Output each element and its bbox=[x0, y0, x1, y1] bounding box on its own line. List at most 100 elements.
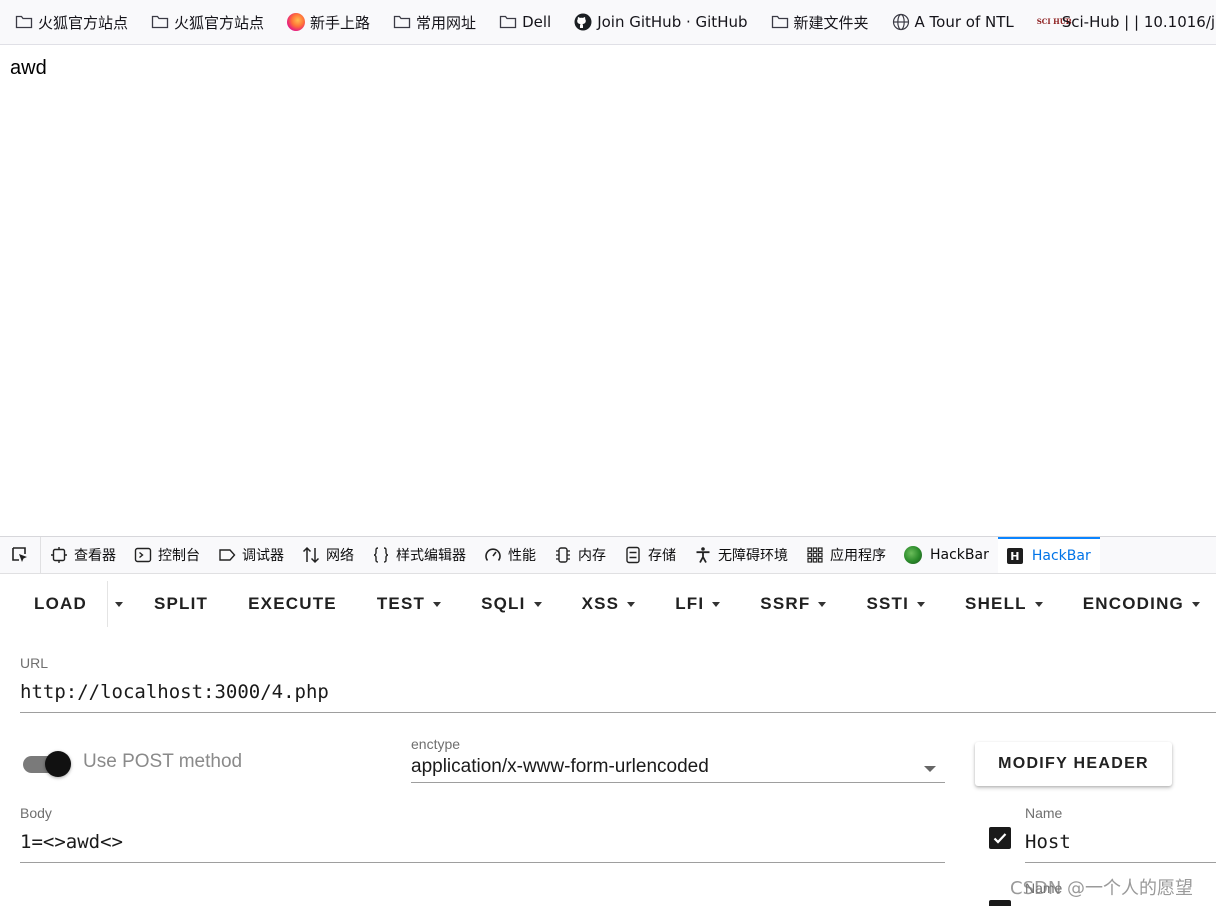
bookmark-label: 常用网址 bbox=[416, 13, 477, 32]
execute-label: EXECUTE bbox=[248, 594, 337, 613]
page-text: awd bbox=[10, 57, 47, 79]
folder-icon bbox=[771, 15, 788, 29]
tab-debugger[interactable]: 调试器 bbox=[209, 537, 293, 573]
tab-label: 查看器 bbox=[74, 548, 116, 564]
enctype-select[interactable]: application/x-www-form-urlencoded bbox=[411, 756, 931, 778]
header-checkbox[interactable] bbox=[989, 827, 1011, 849]
caret-down-icon bbox=[917, 601, 926, 607]
bookmark-folder[interactable]: 常用网址 bbox=[378, 7, 484, 37]
body-input[interactable]: 1=<>awd<> bbox=[20, 831, 940, 853]
bookmark-label: Dell bbox=[522, 13, 552, 31]
globe-icon bbox=[892, 13, 909, 31]
caret-down-icon bbox=[533, 601, 542, 607]
tab-console[interactable]: 控制台 bbox=[125, 537, 209, 573]
caret-down-icon bbox=[712, 601, 721, 607]
modify-header-button[interactable]: MODIFY HEADER bbox=[975, 742, 1172, 786]
github-icon bbox=[574, 13, 592, 31]
menu-label: SHELL bbox=[965, 594, 1027, 613]
post-method-label: Use POST method bbox=[83, 751, 243, 772]
ssti-menu-button[interactable]: SSTI bbox=[846, 586, 945, 622]
bookmark-label: 新建文件夹 bbox=[793, 13, 869, 32]
menu-label: SQLI bbox=[481, 594, 526, 613]
tab-style-editor[interactable]: 样式编辑器 bbox=[363, 537, 475, 573]
tab-label: 性能 bbox=[508, 548, 536, 564]
menu-label: TEST bbox=[376, 594, 426, 613]
tab-accessibility[interactable]: 无障碍环境 bbox=[685, 537, 797, 573]
split-button[interactable]: SPLIT bbox=[134, 586, 228, 622]
shell-menu-button[interactable]: SHELL bbox=[945, 586, 1063, 622]
folder-icon bbox=[151, 15, 169, 29]
caret-down-icon bbox=[627, 601, 636, 607]
watermark: CSDN @一个人的愿望 bbox=[1010, 878, 1194, 899]
load-dropdown-button[interactable] bbox=[106, 581, 130, 627]
header-checkbox[interactable] bbox=[989, 900, 1011, 906]
element-picker-button[interactable] bbox=[0, 537, 41, 573]
tab-application[interactable]: 应用程序 bbox=[797, 537, 895, 573]
enctype-underline bbox=[411, 782, 945, 783]
header-name-underline bbox=[1025, 862, 1216, 863]
application-icon bbox=[807, 547, 823, 563]
bookmark-label: Sci-Hub | | 10.1016/j... bbox=[1061, 13, 1216, 31]
performance-icon bbox=[485, 548, 501, 561]
execute-button[interactable]: EXECUTE bbox=[228, 586, 357, 622]
hackbar-globe-icon bbox=[904, 546, 922, 564]
lfi-menu-button[interactable]: LFI bbox=[655, 586, 740, 622]
bookmark-label: Join GitHub · GitHub bbox=[597, 13, 748, 31]
bookmark-link[interactable]: SCI HUB Sci-Hub | | 10.1016/j... bbox=[1022, 7, 1216, 37]
tab-hackbar[interactable]: HackBar bbox=[895, 537, 998, 573]
enctype-label: enctype bbox=[411, 736, 461, 752]
tab-storage[interactable]: 存储 bbox=[615, 537, 685, 573]
header-name-input[interactable]: Host bbox=[1025, 831, 1210, 853]
sqli-menu-button[interactable]: SQLI bbox=[461, 586, 561, 622]
caret-down-icon bbox=[1191, 601, 1200, 607]
load-label: LOAD bbox=[34, 594, 87, 613]
tab-label: 内存 bbox=[578, 548, 606, 564]
test-menu-button[interactable]: TEST bbox=[357, 586, 461, 622]
caret-down-icon bbox=[114, 601, 123, 607]
tab-label: HackBar bbox=[930, 547, 989, 563]
bookmark-link[interactable]: A Tour of NTL bbox=[877, 7, 1022, 37]
tab-label: 无障碍环境 bbox=[718, 548, 788, 564]
debugger-icon bbox=[219, 549, 236, 561]
memory-icon bbox=[556, 547, 570, 563]
tab-label: 调试器 bbox=[242, 548, 284, 564]
url-underline bbox=[20, 712, 1216, 713]
caret-down-icon bbox=[1034, 601, 1043, 607]
encoding-menu-button[interactable]: ENCODING bbox=[1063, 586, 1216, 622]
tab-label: HackBar bbox=[1031, 548, 1091, 564]
bookmark-link[interactable]: 新手上路 bbox=[272, 7, 378, 37]
bookmarks-bar: 火狐官方站点 火狐官方站点 新手上路 常用网址 Dell Join GitHub… bbox=[0, 0, 1216, 45]
xss-menu-button[interactable]: XSS bbox=[562, 586, 656, 622]
bookmark-folder[interactable]: 新建文件夹 bbox=[756, 7, 877, 37]
header-name-label: Name bbox=[1025, 805, 1063, 821]
element-picker-icon bbox=[12, 547, 27, 562]
tab-label: 应用程序 bbox=[830, 548, 886, 564]
tab-inspector[interactable]: 查看器 bbox=[41, 537, 125, 573]
bookmark-folder[interactable]: 火狐官方站点 bbox=[136, 7, 272, 37]
tab-performance[interactable]: 性能 bbox=[475, 537, 545, 573]
tab-network[interactable]: 网络 bbox=[293, 537, 363, 573]
tab-label: 网络 bbox=[326, 548, 354, 564]
bookmark-link[interactable]: Join GitHub · GitHub bbox=[559, 7, 755, 37]
storage-icon bbox=[626, 546, 640, 564]
body-label: Body bbox=[20, 805, 52, 821]
url-input[interactable]: http://localhost:3000/4.php bbox=[20, 681, 1210, 703]
body-underline bbox=[20, 862, 945, 863]
menu-label: SSRF bbox=[760, 594, 811, 613]
bookmark-folder[interactable]: 火狐官方站点 bbox=[0, 7, 136, 37]
tab-memory[interactable]: 内存 bbox=[545, 537, 615, 573]
menu-label: SSTI bbox=[866, 594, 910, 613]
menu-label: XSS bbox=[581, 594, 620, 613]
firefox-icon bbox=[287, 13, 306, 31]
checkmark-icon bbox=[993, 833, 1007, 844]
page-content: awd bbox=[0, 45, 1216, 535]
inspector-icon bbox=[51, 547, 67, 563]
tab-hackbar-active[interactable]: H HackBar bbox=[997, 537, 1100, 573]
bookmark-folder[interactable]: Dell bbox=[484, 7, 559, 37]
ssrf-menu-button[interactable]: SSRF bbox=[740, 586, 846, 622]
post-method-toggle[interactable] bbox=[23, 751, 71, 777]
hackbar-h-icon: H bbox=[1006, 548, 1023, 564]
bookmark-label: A Tour of NTL bbox=[914, 13, 1014, 31]
load-button[interactable]: LOAD bbox=[0, 586, 107, 622]
url-label: URL bbox=[20, 655, 49, 671]
